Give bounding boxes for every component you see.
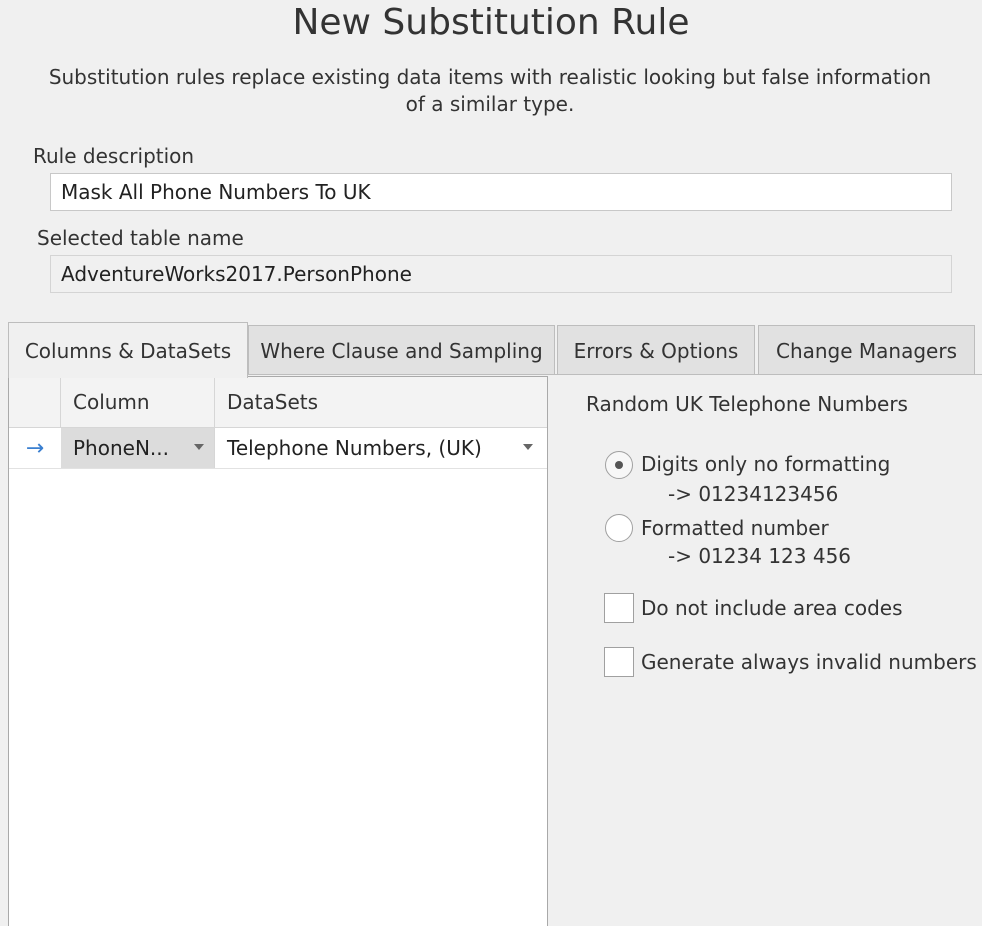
tab-where-clause-sampling[interactable]: Where Clause and Sampling: [248, 325, 555, 375]
digits-only-example: -> 01234123456: [668, 482, 839, 506]
digits-only-label[interactable]: Digits only no formatting: [641, 452, 890, 476]
column-select-value: PhoneN...: [73, 436, 169, 460]
tab-change-managers[interactable]: Change Managers: [758, 325, 975, 375]
tab-label: Change Managers: [775, 338, 957, 363]
tab-label: Errors & Options: [573, 338, 739, 363]
formatted-number-example: -> 01234 123 456: [668, 544, 852, 568]
dialog-title: New Substitution Rule: [292, 2, 690, 43]
no-area-codes-checkbox[interactable]: [604, 593, 634, 623]
column-header-datasets[interactable]: DataSets: [215, 377, 547, 427]
dataset-select-value: Telephone Numbers, (UK): [227, 436, 482, 460]
chevron-down-icon[interactable]: [523, 444, 533, 450]
substitution-rule-dialog: New Substitution Rule Substitution rules…: [0, 0, 982, 926]
no-area-codes-label[interactable]: Do not include area codes: [641, 596, 903, 620]
tab-errors-options[interactable]: Errors & Options: [557, 325, 755, 375]
rule-description-input[interactable]: Mask All Phone Numbers To UK: [50, 173, 952, 211]
table-row[interactable]: → PhoneN... Telephone Numbers, (UK): [9, 428, 547, 469]
formatted-number-label[interactable]: Formatted number: [641, 516, 829, 540]
column-header-column[interactable]: Column: [61, 377, 215, 427]
digits-only-radio[interactable]: [605, 451, 633, 479]
tab-label: Where Clause and Sampling: [260, 338, 543, 363]
table-name-label: Selected table name: [37, 226, 244, 250]
tab-label: Columns & DataSets: [24, 338, 232, 363]
radio-selected-dot: [615, 461, 623, 469]
row-arrow-icon: →: [25, 435, 45, 461]
row-indicator-header: [9, 377, 61, 427]
dialog-subtitle: Substitution rules replace existing data…: [48, 65, 932, 116]
dataset-select[interactable]: Telephone Numbers, (UK): [215, 428, 547, 468]
table-name-field: AdventureWorks2017.PersonPhone: [50, 255, 952, 293]
column-select[interactable]: PhoneN...: [61, 428, 215, 468]
formatted-number-radio[interactable]: [605, 514, 633, 542]
invalid-numbers-checkbox[interactable]: [604, 647, 634, 677]
rule-description-label: Rule description: [33, 144, 195, 168]
options-title: Random UK Telephone Numbers: [586, 392, 908, 416]
tab-columns-datasets[interactable]: Columns & DataSets: [8, 322, 248, 378]
columns-datasets-grid[interactable]: Column DataSets → PhoneN... Telephone Nu…: [8, 376, 548, 926]
grid-header: Column DataSets: [9, 377, 547, 428]
invalid-numbers-label[interactable]: Generate always invalid numbers: [641, 650, 977, 674]
chevron-down-icon[interactable]: [194, 444, 204, 450]
